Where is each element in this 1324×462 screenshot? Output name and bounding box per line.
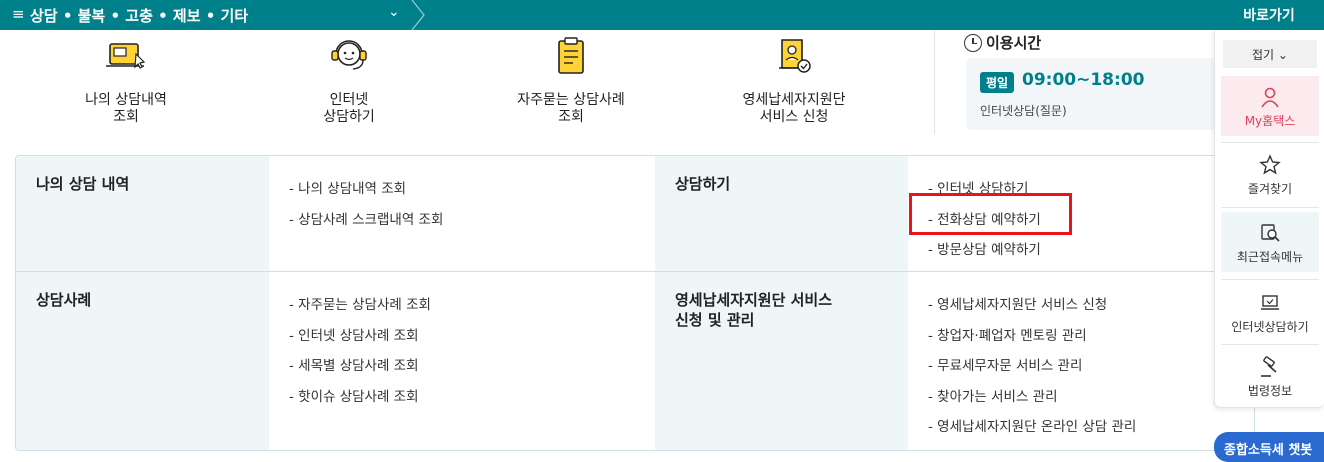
section-header-my-history: 나의 상담 내역 <box>16 156 269 271</box>
service-small-taxpayer[interactable]: 영세납세자지원단 서비스 신청 <box>684 30 904 134</box>
hours-subtitle: 인터넷상담(질문) <box>980 104 1067 118</box>
gavel-icon <box>1261 356 1277 377</box>
divider <box>1221 142 1319 143</box>
quick-item-legal-info[interactable]: 법령정보 <box>1221 346 1319 406</box>
hours-title: 이용시간 <box>964 32 1041 53</box>
quick-item-label: 법령정보 <box>1247 384 1293 398</box>
link-phone-consult-reservation[interactable]: - 전화상담 예약하기 <box>928 205 1041 236</box>
fold-button[interactable]: 접기 ⌄ <box>1223 40 1317 68</box>
section-links-consult: - 인터넷 상담하기 - 전화상담 예약하기 - 방문상담 예약하기 <box>908 156 1254 271</box>
section-links-my-history: - 나의 상담내역 조회 - 상담사례 스크랩내역 조회 <box>269 156 655 271</box>
link-hot-issue-cases[interactable]: - 핫이슈 상담사례 조회 <box>289 382 431 413</box>
divider <box>1221 344 1319 345</box>
quick-item-favorites[interactable]: 즐겨찾기 <box>1221 144 1319 204</box>
clipboard-icon <box>558 37 584 74</box>
divider <box>1221 207 1319 208</box>
service-label: 자주묻는 상담사례 조회 <box>517 92 625 125</box>
link-my-history[interactable]: - 나의 상담내역 조회 <box>289 174 443 205</box>
link-mentoring[interactable]: - 창업자·폐업자 멘토링 관리 <box>928 321 1136 352</box>
divider <box>934 30 935 134</box>
consult-history-icon <box>106 43 146 69</box>
link-visiting-service[interactable]: - 찾아가는 서비스 관리 <box>928 382 1136 413</box>
weekday-badge: 평일 <box>980 72 1015 93</box>
sitemap-table: 나의 상담 내역 - 나의 상담내역 조회 - 상담사례 스크랩내역 조회 상담… <box>15 155 1255 451</box>
headset-icon <box>331 40 367 70</box>
section-title: 상담하기 <box>675 175 731 193</box>
star-icon <box>1259 154 1281 175</box>
clock-icon <box>964 33 982 52</box>
certificate-icon <box>779 39 811 73</box>
link-small-taxpayer-apply[interactable]: - 영세납세자지원단 서비스 신청 <box>928 290 1136 321</box>
quick-item-recent[interactable]: 최근접속메뉴 <box>1221 212 1319 272</box>
laptop-icon <box>1261 295 1279 310</box>
chevron-down-icon[interactable]: ⌄ <box>388 4 400 20</box>
category-menu-label: 상담 • 불복 • 고충 • 제보 • 기타 <box>30 6 249 25</box>
recent-search-icon <box>1261 224 1280 242</box>
link-faq-cases[interactable]: - 자주묻는 상담사례 조회 <box>289 290 431 321</box>
hours-time: 09:00~18:00 <box>1022 70 1145 90</box>
link-internet-consult[interactable]: - 인터넷 상담하기 <box>928 174 1041 205</box>
section-header-small-taxpayer: 영세납세자지원단 서비스 신청 및 관리 <box>655 272 908 450</box>
service-label: 영세납세자지원단 서비스 신청 <box>742 92 846 125</box>
quick-item-label: 즐겨찾기 <box>1247 182 1293 196</box>
section-title: 나의 상담 내역 <box>36 175 130 193</box>
link-tax-item-cases[interactable]: - 세목별 상담사례 조회 <box>289 351 431 382</box>
top-navigation-bar: ≡ 상담 • 불복 • 고충 • 제보 • 기타 ⌄ <box>0 0 1214 30</box>
divider <box>1221 279 1319 280</box>
section-header-consult: 상담하기 <box>655 156 908 271</box>
quick-item-my-hometax[interactable]: My홈택스 <box>1221 76 1319 136</box>
section-header-cases: 상담사례 <box>16 272 269 450</box>
service-hours: 이용시간 평일 09:00~18:00 인터넷상담(질문) <box>964 30 1226 134</box>
link-scrap-history[interactable]: - 상담사례 스크랩내역 조회 <box>289 205 443 236</box>
breadcrumb-separator-icon <box>411 0 425 30</box>
person-icon <box>1261 87 1279 108</box>
category-menu-button[interactable]: 상담 • 불복 • 고충 • 제보 • 기타 <box>0 0 425 30</box>
quick-item-label: 최근접속메뉴 <box>1236 250 1304 264</box>
section-links-cases: - 자주묻는 상담사례 조회 - 인터넷 상담사례 조회 - 세목별 상담사례 … <box>269 272 655 450</box>
service-shortcuts: 나의 상담내역 조회 인터넷 상담하기 자주묻는 상담사례 조회 영세납세자지원… <box>0 30 935 134</box>
section-title: 영세납세자지원단 서비스 신청 및 관리 <box>675 291 833 329</box>
chatbot-button[interactable]: 종합소득세 챗봇 <box>1214 432 1324 462</box>
link-visit-consult-reservation[interactable]: - 방문상담 예약하기 <box>928 235 1041 266</box>
link-free-tax-advice[interactable]: - 무료세무자문 서비스 관리 <box>928 351 1136 382</box>
service-label: 인터넷 상담하기 <box>323 92 375 125</box>
quick-menu-panel: 접기 ⌄ My홈택스 즐겨찾기 최근접속메뉴 인터넷상담하기 법령정보 <box>1214 30 1324 408</box>
quick-item-label: 인터넷상담하기 <box>1231 320 1309 334</box>
hours-title-text: 이용시간 <box>986 34 1042 52</box>
section-title: 상담사례 <box>36 291 92 309</box>
quick-item-internet-consult[interactable]: 인터넷상담하기 <box>1221 282 1319 342</box>
quick-menu-title: 바로가기 <box>1214 0 1324 30</box>
service-internet-consult[interactable]: 인터넷 상담하기 <box>239 30 459 134</box>
quick-item-label: My홈택스 <box>1244 114 1296 128</box>
link-internet-cases[interactable]: - 인터넷 상담사례 조회 <box>289 321 431 352</box>
hours-box: 평일 09:00~18:00 인터넷상담(질문) <box>966 58 1226 130</box>
service-my-history[interactable]: 나의 상담내역 조회 <box>16 30 236 134</box>
service-label: 나의 상담내역 조회 <box>85 92 167 125</box>
service-faq-cases[interactable]: 자주묻는 상담사례 조회 <box>461 30 681 134</box>
section-links-small-taxpayer: - 영세납세자지원단 서비스 신청 - 창업자·폐업자 멘토링 관리 - 무료세… <box>908 272 1254 450</box>
link-online-consult[interactable]: - 영세납세자지원단 온라인 상담 관리 <box>928 412 1136 443</box>
